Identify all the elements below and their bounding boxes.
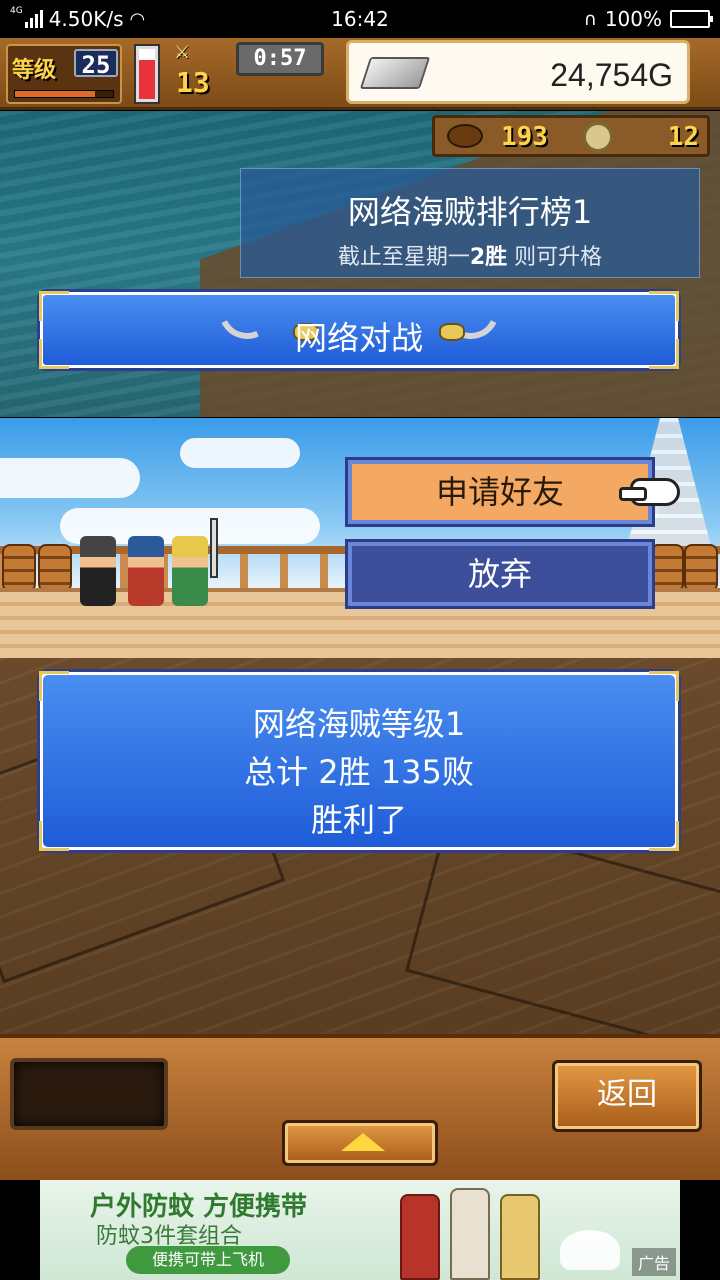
- level-panel[interactable]: 等级 25: [6, 44, 122, 104]
- ad-pill: 便携可带上飞机: [126, 1246, 290, 1274]
- ranking-title: 网络海贼排行榜1: [347, 193, 593, 231]
- battery-percent: 100%: [604, 7, 662, 31]
- food-count: 193: [501, 122, 548, 152]
- ranking-sub-prefix: 截止至星期一: [337, 245, 470, 270]
- barrel: [684, 544, 718, 592]
- cloud: [180, 438, 300, 468]
- battle-result-panel: 网络海贼等级1 总计 2胜 135败 胜利了: [39, 671, 679, 851]
- level-label: 等级: [12, 58, 57, 83]
- resource-plate: 193 12: [432, 115, 710, 157]
- crew-count: 13: [176, 66, 210, 99]
- ranking-subtitle: 截止至星期一2胜 则可升格: [241, 239, 699, 271]
- ranking-sub-wins: 2胜: [469, 245, 508, 270]
- xp-bar-fill: [15, 91, 96, 97]
- cloud: [0, 458, 140, 498]
- empty-slot[interactable]: [10, 1058, 168, 1130]
- expand-menu-button[interactable]: [282, 1120, 438, 1166]
- hp-gauge: [134, 44, 160, 104]
- ad-banner[interactable]: 户外防蚊 方便携带 防蚊3件套组合 便携可带上飞机 广告: [40, 1180, 680, 1280]
- pirate-character: [172, 536, 208, 606]
- ad-tag: 广告: [631, 1248, 676, 1276]
- battery-icon: [670, 10, 713, 28]
- net-battle-button[interactable]: 网络对战: [39, 275, 679, 369]
- corner-ornament: [649, 671, 679, 701]
- outcome-line: 胜利了: [310, 801, 407, 839]
- game-hud: 等级 25 ⚔ 13 0:57 24,754G: [0, 38, 720, 110]
- barrel: [38, 544, 72, 592]
- sword-icon: [210, 518, 218, 578]
- battle-scene: [0, 418, 720, 658]
- product-bottle-image: [500, 1194, 540, 1280]
- net-battle-label: 网络对战: [294, 319, 423, 357]
- pirate-character: [80, 536, 116, 606]
- gold-panel: 24,754G: [346, 40, 690, 104]
- coin-icon: [583, 122, 613, 152]
- barrel: [650, 544, 684, 592]
- barrel: [2, 544, 36, 592]
- timer: 0:57: [236, 42, 324, 76]
- bottom-toolbar: 返回: [0, 1034, 720, 1180]
- headset-icon: ∩: [583, 8, 597, 30]
- ranking-panel: 网络海贼排行榜1 截止至星期一2胜 则可升格: [240, 168, 700, 278]
- pirate-rank-line: 网络海贼等级1: [252, 705, 466, 743]
- give-up-button[interactable]: 放弃: [345, 539, 655, 609]
- up-arrow-icon: [341, 1133, 385, 1151]
- back-button[interactable]: 返回: [552, 1060, 702, 1132]
- food-icon: [447, 124, 483, 148]
- coin-count: 12: [667, 122, 699, 152]
- xp-bar: [14, 90, 114, 98]
- record-line: 总计 2胜 135败: [244, 753, 474, 791]
- pirate-character: [128, 536, 164, 606]
- pointing-hand-icon: [619, 478, 680, 506]
- product-bottle-image: [400, 1194, 440, 1280]
- product-bottle-image: [450, 1188, 490, 1280]
- lotus-icon: [560, 1230, 620, 1270]
- ranking-sub-suffix: 则可升格: [507, 245, 603, 270]
- corner-ornament: [39, 671, 69, 701]
- crew-panel: ⚔ 13: [170, 40, 232, 106]
- gold-amount: 24,754G: [550, 57, 673, 93]
- crew-icon: ⚔: [174, 42, 191, 63]
- level-number: 25: [74, 49, 118, 79]
- status-bar: 4G 4.50K/s ◠ 16:42 ∩ 100%: [0, 0, 720, 38]
- hp-gauge-fill: [139, 60, 155, 99]
- silver-ingot-icon: [359, 57, 431, 89]
- friend-request-button[interactable]: 申请好友: [345, 457, 655, 527]
